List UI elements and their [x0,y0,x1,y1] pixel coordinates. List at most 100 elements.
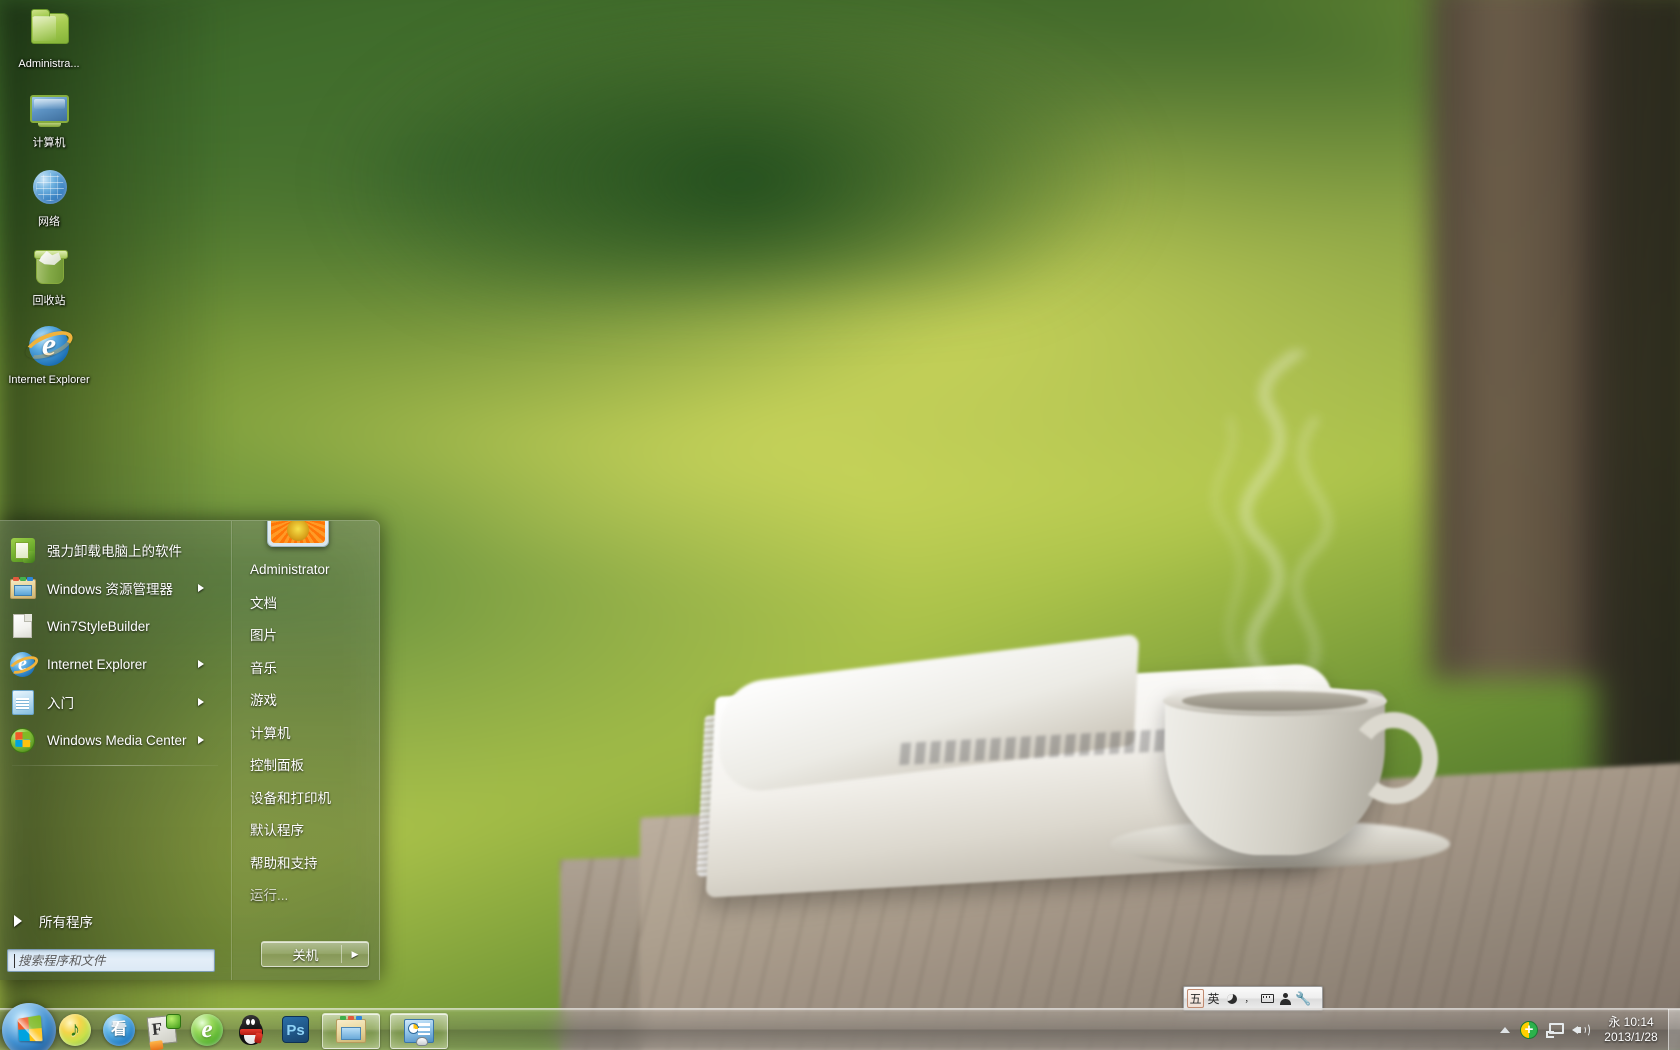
getting-started-icon [10,689,36,715]
desktop-icon-label: 回收站 [32,295,66,307]
desktop-icon-network[interactable]: 网络 [6,164,92,229]
punctuation-toggle-button[interactable]: ， [1241,989,1258,1008]
place-label: 运行... [250,888,289,904]
start-menu-item-label: Windows Media Center [47,732,187,748]
start-menu-item-windows-media-center[interactable]: Windows Media Center [0,721,232,759]
wubi-input-method-button[interactable]: 五 [1187,989,1204,1008]
folder-icon [25,6,73,54]
start-menu-item-internet-explorer[interactable]: Internet Explorer [0,645,232,683]
desktop-icon-label: Internet Explorer [8,374,90,386]
360-safe-tray-icon[interactable] [1516,1009,1542,1050]
ime-settings-button[interactable]: 🔧 [1295,989,1312,1008]
start-menu-item-windows-explorer[interactable]: Windows 资源管理器 [0,569,232,607]
wallpaper-cup-interior [1182,691,1368,711]
video-player-icon[interactable] [102,1013,136,1047]
taskbar-clock[interactable]: 永 10:14 2013/1/28 [1594,1009,1668,1050]
taskbar: 永 10:14 2013/1/28 [0,1003,1680,1050]
place-label: 游戏 [250,693,277,709]
qq-icon[interactable] [234,1013,268,1047]
start-menu-search-box[interactable] [7,949,215,972]
place-label: 控制面板 [250,758,304,774]
windows-explorer-icon [10,575,36,601]
all-programs-arrow-icon [14,915,22,927]
network-globe-icon [25,164,73,212]
desktop-icon-internet-explorer[interactable]: e Internet Explorer [6,322,92,387]
desktop-icon-recycle-bin[interactable]: 回收站 [6,243,92,308]
start-menu-item-uninstall[interactable]: 强力卸载电脑上的软件 [0,531,232,569]
wallpaper-steam [1211,350,1333,690]
taskbar-quick-launch [58,1009,448,1050]
all-programs-label: 所有程序 [39,915,93,930]
start-menu-place-documents[interactable]: 文档 [233,586,379,619]
start-menu-place-default-programs[interactable]: 默认程序 [233,813,379,846]
place-label: 帮助和支持 [250,855,318,871]
taskbar-task-windows-explorer[interactable] [322,1013,380,1049]
start-menu-place-devices-and-printers[interactable]: 设备和打印机 [233,781,379,814]
start-menu: 强力卸载电脑上的软件 Windows 资源管理器 Win7StyleBuilde… [0,520,380,980]
place-label: 文档 [250,595,277,611]
start-menu-user-name[interactable]: Administrator [233,553,379,586]
shutdown-options-arrow-icon[interactable]: ▶ [342,941,368,967]
all-programs-button[interactable]: 所有程序 [0,906,232,936]
start-menu-place-pictures[interactable]: 图片 [233,618,379,651]
wallpaper-post [1430,0,1620,680]
windows-logo-icon [17,1015,43,1042]
start-menu-place-music[interactable]: 音乐 [233,651,379,684]
soft-keyboard-button[interactable] [1259,989,1276,1008]
start-menu-place-run[interactable]: 运行... [233,878,379,911]
place-label: 计算机 [250,725,291,741]
start-menu-item-win7stylebuilder[interactable]: Win7StyleBuilder [0,607,232,645]
desktop-icon-computer[interactable]: 计算机 [6,85,92,150]
search-input[interactable] [17,953,208,968]
360-browser-icon[interactable] [190,1013,224,1047]
show-desktop-button[interactable] [1668,1009,1680,1050]
start-menu-item-label: Windows 资源管理器 [47,582,174,597]
moon-icon [1226,993,1237,1004]
internet-explorer-icon: e [21,322,77,370]
volume-tray-icon[interactable] [1568,1009,1594,1050]
submenu-arrow-icon [198,736,204,744]
start-menu-place-computer[interactable]: 计算机 [233,716,379,749]
start-menu-places-list: Administrator 文档 图片 音乐 游戏 计算机 控制面板 设备和打印… [233,553,379,911]
half-full-width-toggle-button[interactable] [1223,989,1240,1008]
start-menu-place-games[interactable]: 游戏 [233,683,379,716]
user-dictionary-button[interactable] [1277,989,1294,1008]
document-icon [10,613,36,639]
wallpaper-foliage [330,0,1150,300]
clock-date: 2013/1/28 [1604,1030,1658,1044]
taskbar-task-control-panel[interactable] [390,1013,448,1049]
submenu-arrow-icon [198,698,204,706]
foxit-reader-icon[interactable] [146,1013,181,1050]
windows-media-center-icon [10,727,36,753]
start-menu-right-pane: Administrator 文档 图片 音乐 游戏 计算机 控制面板 设备和打印… [233,521,379,980]
start-menu-item-label: Win7StyleBuilder [47,618,150,634]
place-label: 音乐 [250,660,277,676]
place-label: 设备和打印机 [250,790,331,806]
keyboard-icon [1261,994,1274,1003]
punctuation-icon: ， [1244,994,1255,1004]
desktop-icon-label: 计算机 [32,137,66,149]
tray-overflow-button[interactable] [1494,1009,1516,1050]
start-menu-item-getting-started[interactable]: 入门 [0,683,232,721]
start-menu-left-pane: 强力卸载电脑上的软件 Windows 资源管理器 Win7StyleBuilde… [0,521,232,980]
photoshop-icon[interactable] [278,1013,312,1047]
start-menu-place-help-and-support[interactable]: 帮助和支持 [233,846,379,879]
person-icon [1280,992,1291,1005]
place-label: 图片 [250,628,277,644]
start-menu-place-control-panel[interactable]: 控制面板 [233,748,379,781]
uninstall-icon [10,537,36,563]
desktop-icon-administrator[interactable]: Administra... [6,6,92,71]
user-avatar[interactable] [267,521,329,547]
place-label: 默认程序 [250,823,304,839]
submenu-arrow-icon [198,660,204,668]
text-caret [14,953,15,968]
music-player-icon[interactable] [58,1013,92,1047]
shutdown-button[interactable]: 关机 ▶ [261,941,369,967]
start-menu-separator [12,765,218,766]
start-button[interactable] [2,1003,56,1050]
internet-explorer-icon [6,651,41,678]
submenu-arrow-icon [198,584,204,592]
english-input-toggle-button[interactable]: 英 [1205,989,1222,1008]
network-tray-icon[interactable] [1542,1009,1568,1050]
clock-time: 永 10:14 [1608,1015,1654,1029]
